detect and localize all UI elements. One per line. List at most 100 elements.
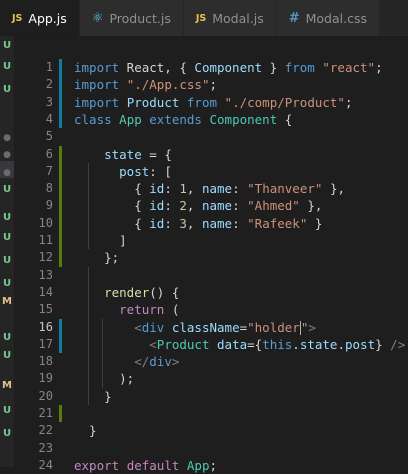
- code-line[interactable]: 4 class App extends Component {: [14, 110, 408, 129]
- line-number: 16: [38, 319, 53, 334]
- change-marker: [59, 110, 62, 129]
- change-marker: [59, 232, 62, 250]
- code-text: };: [74, 250, 120, 266]
- code-line[interactable]: 24 export default App;: [14, 457, 408, 474]
- code-text: }: [74, 388, 112, 404]
- git-status-badge: U: [2, 84, 12, 95]
- code-line[interactable]: 7 post: [: [14, 162, 408, 181]
- git-status-badge: U: [2, 428, 12, 439]
- line-number: 22: [38, 423, 53, 438]
- line-number: 9: [45, 198, 53, 213]
- code-line[interactable]: 12 };: [14, 249, 408, 267]
- change-marker: [59, 405, 62, 423]
- change-marker: [59, 180, 62, 198]
- code-line[interactable]: 3 import Product from "./comp/Product";: [14, 93, 408, 111]
- code-line[interactable]: 14 render() {: [14, 284, 408, 301]
- line-number: 4: [45, 111, 53, 126]
- code-text: render() {: [104, 284, 180, 300]
- modified-dot-icon: ●: [3, 133, 11, 143]
- line-number: 7: [45, 163, 53, 178]
- git-status-badge: U: [2, 255, 12, 266]
- code-line[interactable]: 13: [14, 267, 408, 284]
- js-file-icon: JS: [12, 12, 23, 24]
- code-line[interactable]: 17 <Product data={this.state.post} />: [14, 335, 408, 354]
- tab-app-js[interactable]: JS App.js: [0, 0, 80, 36]
- git-status-badge: U: [2, 332, 12, 343]
- line-number: 6: [45, 146, 53, 161]
- line-number: 10: [38, 215, 53, 230]
- line-number: 24: [38, 457, 53, 472]
- code-text: import Product from "./comp/Product";: [74, 94, 353, 110]
- code-text: export default App;: [74, 457, 218, 473]
- change-marker: [59, 249, 62, 267]
- git-status-badge: U: [2, 350, 12, 361]
- code-line[interactable]: 22 }: [14, 422, 408, 439]
- code-text: { id: 3, name: "Rafeek" }: [74, 215, 323, 231]
- code-line[interactable]: 2 import "./App.css";: [14, 76, 408, 94]
- code-line[interactable]: 20 }: [14, 388, 408, 405]
- code-editor[interactable]: 1 import React, { Component } from "react…: [14, 36, 408, 473]
- tab-label: Product.js: [109, 10, 171, 26]
- code-text: <Product data={this.state.post} />: [149, 336, 406, 352]
- git-status-badge: U: [2, 405, 12, 416]
- git-status-badge: U: [2, 184, 12, 195]
- git-status-badge: U: [2, 232, 12, 243]
- line-number: 1: [45, 60, 53, 74]
- git-status-badge: M: [2, 296, 12, 307]
- code-line[interactable]: 11 ]: [14, 232, 408, 250]
- code-text: { id: 2, name: "Ahmed" },: [74, 198, 323, 214]
- tab-modal-css[interactable]: # Modal.css: [276, 0, 380, 36]
- modified-dot-icon: ●: [3, 168, 11, 178]
- tab-label: Modal.js: [212, 10, 264, 26]
- change-marker: [59, 318, 62, 336]
- line-number: 19: [38, 371, 53, 386]
- indent-guide: [102, 318, 103, 388]
- code-line[interactable]: 9 { id: 2, name: "Ahmed" },: [14, 197, 408, 215]
- code-text: import React, { Component } from "react"…: [74, 60, 383, 75]
- change-marker: [59, 197, 62, 215]
- modified-dot-icon: ●: [3, 150, 11, 160]
- line-number: 13: [38, 267, 53, 282]
- change-marker: [59, 93, 62, 111]
- code-line[interactable]: 16 <div className="holder">: [14, 318, 408, 336]
- react-file-icon: ⚛: [91, 10, 104, 26]
- change-marker: [59, 162, 62, 181]
- code-line[interactable]: 8 { id: 1, name: "Thanveer" },: [14, 180, 408, 198]
- tab-modal-js[interactable]: JS Modal.js: [183, 0, 277, 36]
- code-line[interactable]: 15 return (: [14, 301, 408, 318]
- line-number: 14: [38, 284, 53, 299]
- code-line[interactable]: 1 import React, { Component } from "react…: [14, 59, 408, 77]
- line-number: 3: [45, 94, 53, 109]
- code-text: </div>: [134, 354, 180, 370]
- git-status-badge: U: [2, 40, 12, 51]
- line-number: 20: [38, 388, 53, 403]
- line-number: 23: [38, 440, 53, 455]
- code-text: return (: [119, 302, 180, 318]
- code-line[interactable]: 6 state = {: [14, 145, 408, 163]
- code-line[interactable]: 21: [14, 405, 408, 423]
- js-file-icon: JS: [195, 12, 207, 24]
- git-status-badge: U: [2, 278, 12, 289]
- change-marker: [59, 214, 62, 232]
- code-line[interactable]: 10 { id: 3, name: "Rafeek" }: [14, 214, 408, 232]
- code-line[interactable]: 18 </div>: [14, 353, 408, 370]
- indent-guide: [88, 266, 89, 405]
- line-number: 18: [38, 354, 53, 369]
- tab-product-js[interactable]: ⚛ Product.js: [79, 0, 184, 36]
- indent-guide: [88, 162, 89, 250]
- tab-label: App.js: [28, 10, 67, 26]
- line-number: 8: [45, 181, 53, 196]
- code-text: class App extends Component {: [74, 111, 293, 127]
- line-number: 11: [38, 233, 53, 247]
- code-text: <div className="holder">: [134, 319, 316, 335]
- code-line[interactable]: 23: [14, 440, 408, 457]
- code-text: );: [74, 371, 135, 387]
- code-text: ]: [74, 233, 127, 248]
- code-line[interactable]: 19 );: [14, 370, 408, 387]
- code-line[interactable]: 5: [14, 128, 408, 145]
- git-status-badge: M: [2, 380, 12, 391]
- change-marker: [59, 145, 62, 163]
- line-number: 5: [45, 129, 53, 144]
- tab-label: Modal.css: [305, 10, 367, 26]
- editor-tab-bar: JS App.js ⚛ Product.js JS Modal.js # Modal.css: [0, 0, 408, 37]
